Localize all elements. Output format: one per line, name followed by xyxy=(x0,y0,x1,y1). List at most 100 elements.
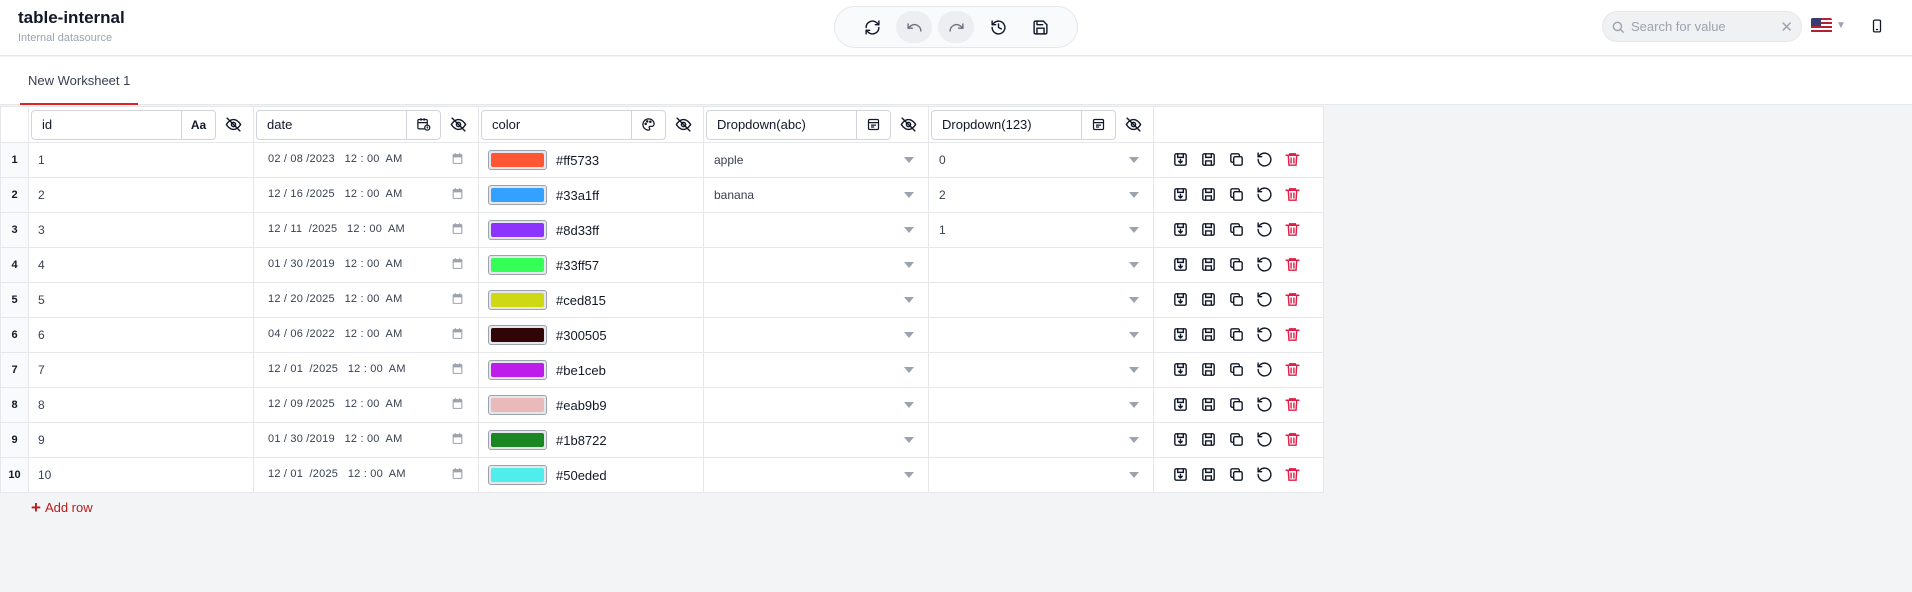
history-button[interactable] xyxy=(980,11,1016,43)
column-name-input[interactable]: Dropdown(123) xyxy=(931,109,1116,140)
color-swatch[interactable] xyxy=(488,290,547,310)
duplicate-icon[interactable] xyxy=(1228,466,1245,483)
color-swatch[interactable] xyxy=(488,325,547,345)
calendar-clock-icon[interactable] xyxy=(406,110,440,139)
cell-color[interactable]: #1b8722 xyxy=(478,422,704,458)
cell-id[interactable]: 6 xyxy=(28,317,254,353)
cell-dropdown-abc[interactable]: banana xyxy=(703,177,929,213)
cell-id[interactable]: 1 xyxy=(28,142,254,178)
save-row-icon[interactable] xyxy=(1172,256,1189,273)
duplicate-icon[interactable] xyxy=(1228,186,1245,203)
cell-color[interactable]: #8d33ff xyxy=(478,212,704,248)
delete-icon[interactable] xyxy=(1284,186,1301,203)
cell-dropdown-abc[interactable] xyxy=(703,457,929,493)
color-swatch[interactable] xyxy=(488,220,547,240)
calendar-icon[interactable] xyxy=(451,257,464,270)
save-as-icon[interactable] xyxy=(1200,396,1217,413)
save-as-icon[interactable] xyxy=(1200,326,1217,343)
color-swatch[interactable] xyxy=(488,360,547,380)
cell-dropdown-abc[interactable] xyxy=(703,212,929,248)
cell-dropdown-123[interactable] xyxy=(928,422,1154,458)
cell-date[interactable]: 12 / 09 /2025 12 : 00 AM xyxy=(253,387,479,423)
save-as-icon[interactable] xyxy=(1200,431,1217,448)
color-swatch[interactable] xyxy=(488,150,547,170)
language-caret-icon[interactable]: ▼ xyxy=(1836,20,1846,31)
revert-icon[interactable] xyxy=(1256,361,1273,378)
cell-dropdown-123[interactable]: 0 xyxy=(928,142,1154,178)
hide-column-icon[interactable] xyxy=(450,116,467,133)
cell-id[interactable]: 10 xyxy=(28,457,254,493)
delete-icon[interactable] xyxy=(1284,431,1301,448)
hide-column-icon[interactable] xyxy=(675,116,692,133)
calendar-icon[interactable] xyxy=(451,397,464,410)
color-swatch[interactable] xyxy=(488,430,547,450)
cell-dropdown-123[interactable] xyxy=(928,282,1154,318)
undo-button[interactable] xyxy=(896,11,932,43)
mobile-device-icon[interactable] xyxy=(1870,17,1884,35)
text-type-icon[interactable]: Aa xyxy=(181,110,215,139)
duplicate-icon[interactable] xyxy=(1228,291,1245,308)
palette-icon[interactable] xyxy=(631,110,665,139)
column-name-input[interactable]: date xyxy=(256,109,441,140)
color-swatch[interactable] xyxy=(488,465,547,485)
cell-color[interactable]: #be1ceb xyxy=(478,352,704,388)
cell-date[interactable]: 12 / 16 /2025 12 : 00 AM xyxy=(253,177,479,213)
dropdown-caret-icon[interactable] xyxy=(1129,157,1139,163)
save-row-icon[interactable] xyxy=(1172,396,1189,413)
cell-dropdown-123[interactable]: 1 xyxy=(928,212,1154,248)
cell-dropdown-abc[interactable] xyxy=(703,352,929,388)
duplicate-icon[interactable] xyxy=(1228,221,1245,238)
duplicate-icon[interactable] xyxy=(1228,431,1245,448)
cell-color[interactable]: #33a1ff xyxy=(478,177,704,213)
cell-id[interactable]: 4 xyxy=(28,247,254,283)
search-input[interactable] xyxy=(1631,19,1771,34)
dropdown-caret-icon[interactable] xyxy=(904,402,914,408)
calendar-icon[interactable] xyxy=(451,467,464,480)
cell-dropdown-abc[interactable] xyxy=(703,247,929,283)
delete-icon[interactable] xyxy=(1284,151,1301,168)
revert-icon[interactable] xyxy=(1256,431,1273,448)
save-row-icon[interactable] xyxy=(1172,186,1189,203)
cell-color[interactable]: #eab9b9 xyxy=(478,387,704,423)
save-as-icon[interactable] xyxy=(1200,221,1217,238)
cell-date[interactable]: 12 / 11 /2025 12 : 00 AM xyxy=(253,212,479,248)
hide-column-icon[interactable] xyxy=(225,116,242,133)
cell-date[interactable]: 02 / 08 /2023 12 : 00 AM xyxy=(253,142,479,178)
cell-id[interactable]: 7 xyxy=(28,352,254,388)
cell-date[interactable]: 01 / 30 /2019 12 : 00 AM xyxy=(253,247,479,283)
revert-icon[interactable] xyxy=(1256,326,1273,343)
column-name-input[interactable]: color xyxy=(481,109,666,140)
cell-dropdown-123[interactable] xyxy=(928,352,1154,388)
dropdown-caret-icon[interactable] xyxy=(1129,402,1139,408)
dropdown-caret-icon[interactable] xyxy=(1129,262,1139,268)
cell-color[interactable]: #50eded xyxy=(478,457,704,493)
dropdown-caret-icon[interactable] xyxy=(904,192,914,198)
save-as-icon[interactable] xyxy=(1200,466,1217,483)
cell-color[interactable]: #ff5733 xyxy=(478,142,704,178)
calendar-icon[interactable] xyxy=(451,432,464,445)
cell-dropdown-abc[interactable] xyxy=(703,282,929,318)
dropdown-caret-icon[interactable] xyxy=(904,157,914,163)
save-as-icon[interactable] xyxy=(1200,151,1217,168)
save-as-icon[interactable] xyxy=(1200,291,1217,308)
delete-icon[interactable] xyxy=(1284,466,1301,483)
delete-icon[interactable] xyxy=(1284,291,1301,308)
delete-icon[interactable] xyxy=(1284,256,1301,273)
duplicate-icon[interactable] xyxy=(1228,256,1245,273)
cell-dropdown-123[interactable] xyxy=(928,317,1154,353)
revert-icon[interactable] xyxy=(1256,186,1273,203)
cell-id[interactable]: 2 xyxy=(28,177,254,213)
dropdown-caret-icon[interactable] xyxy=(1129,437,1139,443)
clear-search-icon[interactable]: ✕ xyxy=(1780,18,1793,36)
dropdown-caret-icon[interactable] xyxy=(1129,227,1139,233)
save-row-icon[interactable] xyxy=(1172,326,1189,343)
cell-dropdown-abc[interactable] xyxy=(703,422,929,458)
revert-icon[interactable] xyxy=(1256,291,1273,308)
delete-icon[interactable] xyxy=(1284,361,1301,378)
calendar-icon[interactable] xyxy=(451,152,464,165)
dropdown-caret-icon[interactable] xyxy=(904,367,914,373)
duplicate-icon[interactable] xyxy=(1228,396,1245,413)
save-row-icon[interactable] xyxy=(1172,361,1189,378)
dropdown-caret-icon[interactable] xyxy=(1129,472,1139,478)
refresh-button[interactable] xyxy=(854,11,890,43)
